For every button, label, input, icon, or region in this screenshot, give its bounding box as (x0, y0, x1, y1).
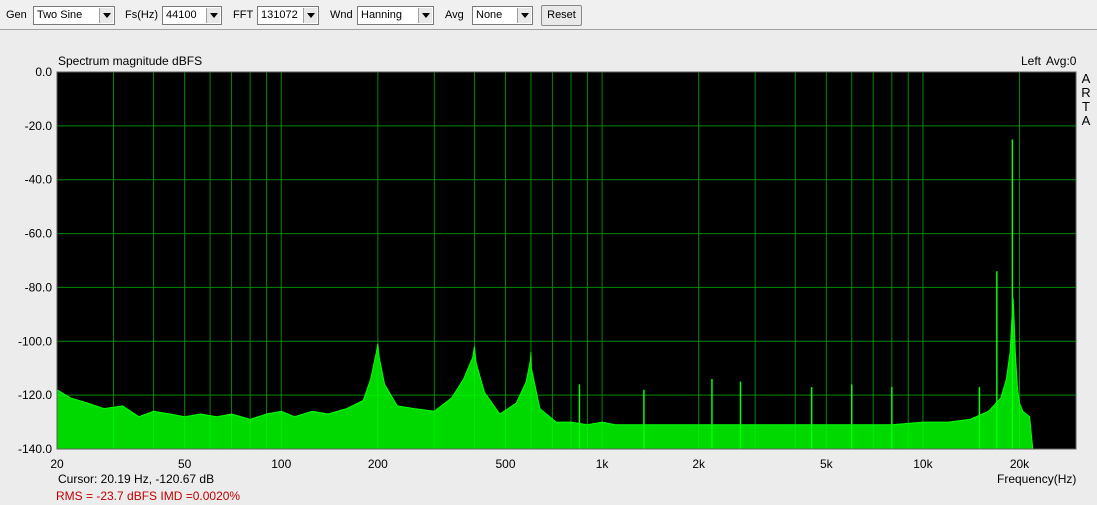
rms-imd-readout: RMS = -23.7 dBFS IMD =0.0020% (56, 489, 241, 503)
y-tick-label: -60.0 (25, 227, 53, 241)
x-tick-label: 2k (692, 457, 706, 471)
y-tick-label: -100.0 (18, 334, 52, 348)
x-tick-label: 500 (495, 457, 515, 471)
y-tick-label: -80.0 (25, 280, 53, 294)
x-tick-label: 1k (596, 457, 610, 471)
x-tick-label: 10k (913, 457, 933, 471)
cursor-readout: Cursor: 20.19 Hz, -120.67 dB (58, 472, 215, 486)
x-axis-label: Frequency(Hz) (997, 472, 1077, 486)
x-tick-label: 20k (1010, 457, 1030, 471)
y-tick-label: -20.0 (25, 119, 53, 133)
x-tick-label: 200 (368, 457, 388, 471)
x-tick-label: 50 (178, 457, 192, 471)
x-tick-label: 20 (50, 457, 64, 471)
y-tick-label: -120.0 (18, 388, 52, 402)
y-tick-label: 0.0 (35, 65, 52, 79)
spectrum-chart[interactable]: 0.0 -20.0 -40.0 -60.0 -80.0 -100.0 -120.0 -140.… (0, 0, 1097, 505)
x-tick-label: 100 (271, 457, 291, 471)
y-tick-label: -140.0 (18, 442, 52, 456)
x-tick-label: 5k (820, 457, 834, 471)
y-tick-label: -40.0 (25, 173, 53, 187)
